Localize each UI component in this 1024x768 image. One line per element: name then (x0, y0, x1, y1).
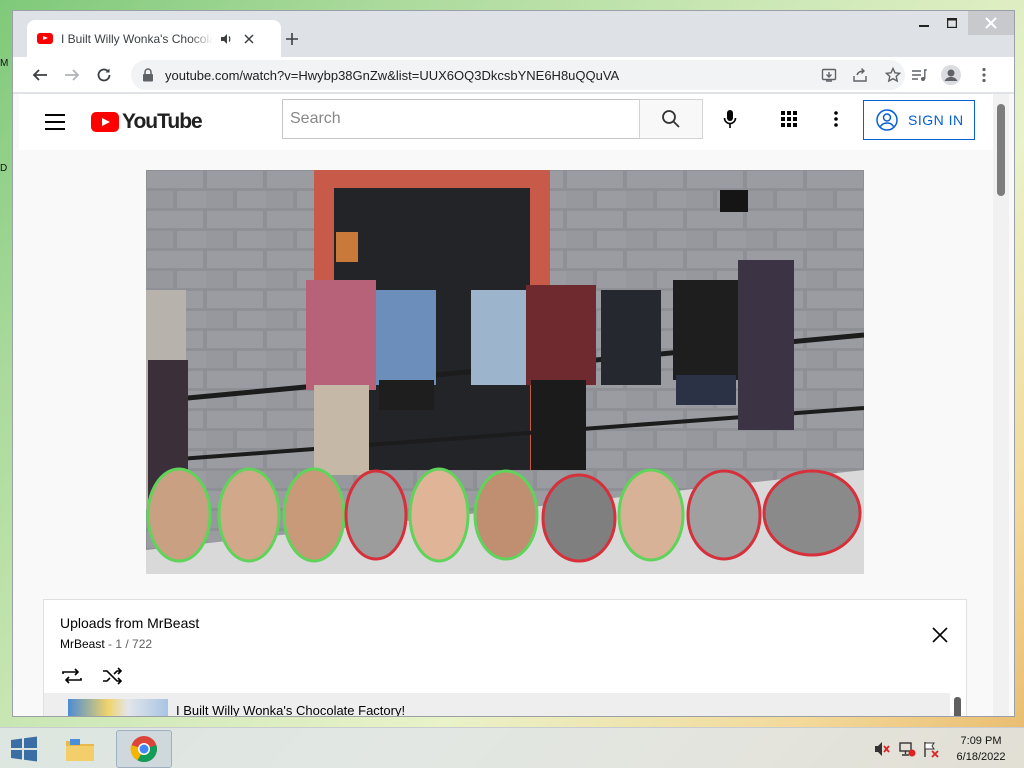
minimize-button[interactable] (910, 11, 938, 35)
chrome-icon (130, 736, 157, 763)
sign-in-label: SIGN IN (908, 112, 964, 128)
browser-window: I Built Willy Wonka's Chocolate Factory! (12, 10, 1015, 717)
loop-playlist-button[interactable] (60, 664, 84, 688)
page-scrollbar[interactable] (993, 94, 1009, 716)
new-tab-button[interactable] (279, 26, 305, 52)
video-player[interactable] (146, 170, 864, 574)
maximize-button[interactable] (938, 11, 966, 35)
apps-grid-icon (781, 111, 797, 127)
system-clock[interactable]: 7:09 PM 6/18/2022 (946, 733, 1016, 765)
action-center-flag-icon[interactable] (922, 740, 940, 758)
search-input[interactable]: Search (282, 99, 639, 139)
video-thumbnail[interactable] (68, 699, 168, 716)
settings-more-button[interactable] (821, 104, 851, 134)
clock-time: 7:09 PM (960, 735, 1002, 747)
network-icon[interactable] (898, 740, 916, 758)
reload-button[interactable] (90, 61, 118, 89)
close-tab-icon[interactable] (241, 31, 257, 47)
volume-muted-icon[interactable] (873, 740, 891, 758)
more-vert-icon (834, 111, 838, 127)
back-button[interactable] (26, 61, 54, 89)
playlist-title[interactable]: Uploads from MrBeast (60, 615, 199, 631)
forward-button[interactable] (58, 61, 86, 89)
youtube-favicon-icon (37, 33, 53, 44)
search-button[interactable] (639, 99, 703, 139)
sign-in-button[interactable]: SIGN IN (863, 100, 975, 140)
search-icon (662, 110, 680, 128)
shuffle-playlist-button[interactable] (100, 664, 124, 688)
bookmark-star-icon[interactable] (882, 64, 904, 86)
taskbar: 7:09 PM 6/18/2022 (0, 727, 1024, 768)
lock-icon[interactable] (142, 68, 154, 82)
playlist-owner[interactable]: MrBeast (60, 637, 105, 651)
share-icon[interactable] (849, 64, 871, 86)
apps-grid-button[interactable] (774, 104, 804, 134)
folder-icon (66, 739, 94, 761)
close-playlist-button[interactable] (930, 625, 950, 645)
windows-logo-icon (11, 736, 37, 762)
scrollbar-thumb[interactable] (997, 104, 1005, 196)
voice-search-button[interactable] (715, 104, 745, 134)
chrome-taskbar-button[interactable] (116, 730, 172, 768)
profile-avatar-icon[interactable] (937, 61, 965, 89)
menu-icon[interactable] (45, 112, 65, 132)
install-app-icon[interactable] (818, 64, 840, 86)
playlist-item-title[interactable]: I Built Willy Wonka's Chocolate Factory! (176, 703, 405, 716)
tab-title: I Built Willy Wonka's Chocolate Factory! (61, 31, 213, 46)
shuffle-icon (103, 667, 123, 685)
speaker-icon[interactable] (219, 32, 233, 46)
browser-toolbar: youtube.com/watch?v=Hwybp38GnZw&list=UUX… (13, 57, 1014, 93)
playlist-panel: Uploads from MrBeast MrBeast - 1 / 722 I… (43, 599, 967, 716)
playlist-scrollbar[interactable] (954, 697, 961, 716)
close-window-button[interactable] (968, 11, 1014, 35)
youtube-logo[interactable]: YouTube (91, 110, 203, 134)
media-control-icon[interactable] (905, 61, 933, 89)
loop-icon (62, 668, 82, 684)
address-bar[interactable]: youtube.com/watch?v=Hwybp38GnZw&list=UUX… (131, 60, 905, 90)
desktop-icon-label: M (0, 58, 9, 69)
file-explorer-button[interactable] (58, 730, 102, 768)
browser-menu-icon[interactable] (970, 61, 998, 89)
playlist-subtitle: MrBeast - 1 / 722 (60, 637, 152, 651)
microphone-icon (723, 110, 737, 128)
youtube-play-icon (91, 112, 119, 132)
url-text[interactable]: youtube.com/watch?v=Hwybp38GnZw&list=UUX… (165, 68, 619, 83)
account-circle-icon (876, 109, 898, 131)
close-icon (932, 627, 948, 643)
page-viewport: YouTube Search SIGN IN Uploads from MrBe… (13, 94, 1014, 716)
tab-strip: I Built Willy Wonka's Chocolate Factory! (13, 11, 1014, 57)
youtube-logo-text: YouTube (122, 110, 203, 133)
youtube-header: YouTube Search SIGN IN (19, 94, 993, 150)
desktop-icon-label: D (0, 163, 8, 174)
playlist-position: - 1 / 722 (104, 637, 153, 651)
clock-date: 6/18/2022 (956, 751, 1006, 763)
playlist-item[interactable]: I Built Willy Wonka's Chocolate Factory! (44, 693, 950, 716)
video-frame (146, 170, 864, 574)
tab-active[interactable]: I Built Willy Wonka's Chocolate Factory! (27, 20, 281, 57)
start-button[interactable] (8, 736, 40, 762)
